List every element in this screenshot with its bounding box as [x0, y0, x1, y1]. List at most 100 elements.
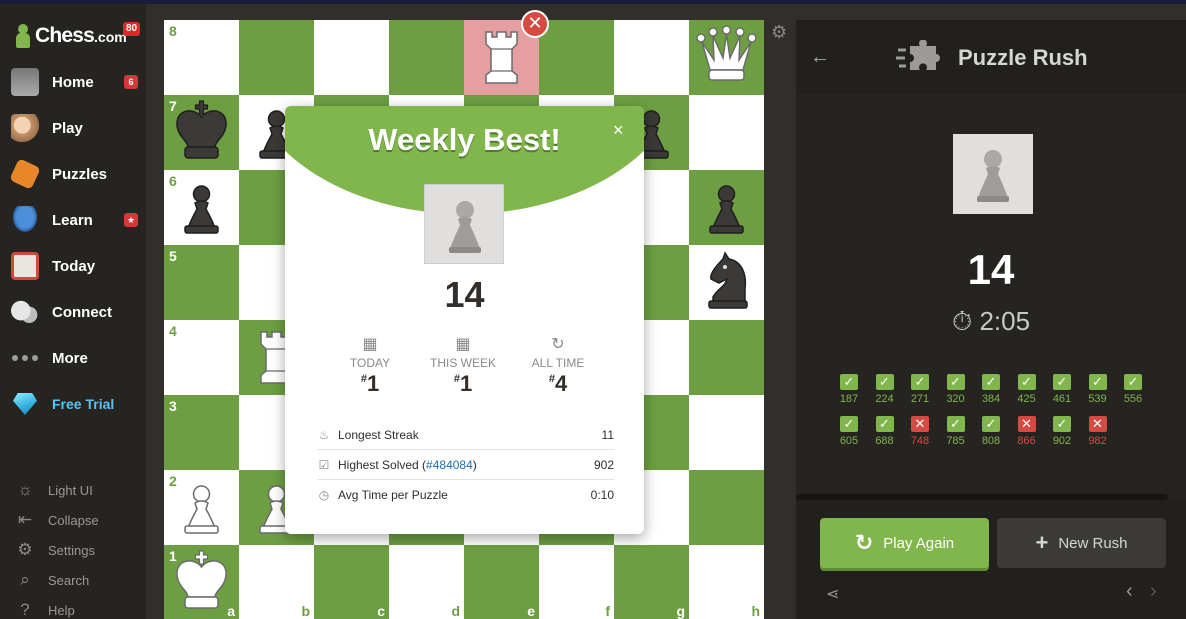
sidebar-item-home[interactable]: Home 6: [0, 62, 146, 102]
square-c1[interactable]: c: [314, 545, 389, 619]
black-pawn-icon[interactable]: [164, 170, 239, 245]
square-h6[interactable]: [689, 170, 764, 245]
avatar: [424, 184, 504, 264]
share-icon[interactable]: ⋖: [826, 584, 839, 604]
sidebar-item-settings[interactable]: ⚙ Settings: [0, 536, 146, 564]
sidebar-item-more[interactable]: More: [0, 338, 146, 378]
rush-result-tile[interactable]: ✓ 785: [946, 416, 967, 447]
rank-label: 3: [169, 398, 177, 414]
square-a6[interactable]: 6: [164, 170, 239, 245]
row-value: 11: [601, 427, 614, 442]
modal-close-icon[interactable]: ×: [613, 120, 624, 141]
square-d8[interactable]: [389, 20, 464, 95]
black-king-icon[interactable]: [164, 95, 239, 170]
puzzle-rating: 866: [1017, 435, 1036, 447]
next-arrow-icon[interactable]: ›: [1150, 580, 1157, 603]
puzzle-link[interactable]: #484084: [426, 458, 473, 472]
sidebar-item-light-ui[interactable]: ☼ Light UI: [0, 476, 146, 504]
square-a7[interactable]: 7: [164, 95, 239, 170]
sidebar-item-learn[interactable]: Learn ★: [0, 200, 146, 240]
square-h1[interactable]: h: [689, 545, 764, 619]
play-again-button[interactable]: ↻ Play Again: [820, 518, 989, 568]
white-pawn-icon[interactable]: [164, 470, 239, 545]
square-d1[interactable]: d: [389, 545, 464, 619]
check-icon: ✓: [875, 374, 894, 390]
rush-result-tile[interactable]: ✓ 271: [911, 374, 931, 405]
rush-result-tile[interactable]: ✓ 187: [840, 374, 860, 405]
square-a1[interactable]: 1a: [164, 545, 239, 619]
sidebar-item-puzzles[interactable]: Puzzles: [0, 154, 146, 194]
previous-arrow-icon[interactable]: ‹: [1126, 580, 1133, 603]
row-label: Highest Solved (#484084): [338, 457, 477, 472]
weekly-best-modal: Weekly Best! × 14 ▦ TODAY #1 ▦ THIS WEEK…: [285, 106, 644, 534]
rush-result-tile[interactable]: ✓ 384: [982, 374, 1002, 405]
rush-result-tile[interactable]: ✕ 866: [1017, 416, 1038, 447]
sidebar-item-collapse[interactable]: ⇤ Collapse: [0, 506, 146, 534]
chess-com-logo[interactable]: Chess.com: [14, 20, 127, 52]
square-a4[interactable]: 4: [164, 320, 239, 395]
square-h2[interactable]: [689, 470, 764, 545]
stat-this-week: ▦ THIS WEEK #1: [423, 334, 503, 397]
sidebar-item-label: Help: [48, 602, 75, 618]
cross-icon: ✕: [1017, 416, 1036, 432]
rush-result-tile[interactable]: ✕ 982: [1088, 416, 1109, 447]
rank-label: 8: [169, 23, 177, 39]
square-a2[interactable]: 2: [164, 470, 239, 545]
square-e1[interactable]: e: [464, 545, 539, 619]
square-h4[interactable]: [689, 320, 764, 395]
stat-rank: #4: [548, 371, 568, 396]
sidebar-item-free-trial[interactable]: Free Trial: [0, 384, 146, 424]
rush-result-tile[interactable]: ✓ 688: [875, 416, 896, 447]
flame-icon: ♨: [318, 427, 330, 442]
rush-result-tile[interactable]: ✓ 808: [982, 416, 1002, 447]
sidebar-item-search[interactable]: ⌕ Search: [0, 566, 146, 594]
square-h8[interactable]: [689, 20, 764, 95]
square-a5[interactable]: 5: [164, 245, 239, 320]
notification-badge[interactable]: 80: [123, 22, 141, 36]
white-king-icon[interactable]: [164, 545, 239, 619]
sidebar-item-label: Collapse: [48, 512, 99, 528]
square-h7[interactable]: [689, 95, 764, 170]
sidebar-item-play[interactable]: Play: [0, 108, 146, 148]
rush-result-tile[interactable]: ✓ 605: [840, 416, 860, 447]
square-b1[interactable]: b: [239, 545, 314, 619]
black-knight-icon[interactable]: [689, 245, 764, 320]
rush-result-tile[interactable]: ✕ 748: [911, 416, 931, 447]
stat-rank: #1: [360, 371, 380, 396]
square-f1[interactable]: f: [539, 545, 614, 619]
square-a3[interactable]: 3: [164, 395, 239, 470]
white-queen-icon[interactable]: [689, 20, 764, 95]
refresh-icon: ↻: [854, 530, 874, 555]
square-h5[interactable]: [689, 245, 764, 320]
sidebar-item-label: Light UI: [48, 482, 93, 498]
square-b8[interactable]: [239, 20, 314, 95]
new-rush-button[interactable]: + New Rush: [997, 518, 1166, 568]
window-top-strip: [0, 0, 1186, 4]
rush-result-tile[interactable]: ✓ 556: [1124, 374, 1144, 405]
sun-icon: ☼: [17, 480, 33, 499]
square-h3[interactable]: [689, 395, 764, 470]
square-a8[interactable]: 8: [164, 20, 239, 95]
square-g8[interactable]: [614, 20, 689, 95]
rush-result-tile[interactable]: ✓ 425: [1017, 374, 1038, 405]
rush-result-tile[interactable]: ✓ 461: [1053, 374, 1073, 405]
square-c8[interactable]: [314, 20, 389, 95]
graduation-cap-icon: [11, 206, 39, 234]
stat-label: ALL TIME: [531, 356, 585, 370]
back-arrow-icon[interactable]: ←: [810, 46, 830, 69]
sidebar-item-help[interactable]: ? Help: [0, 596, 146, 619]
sidebar-item-today[interactable]: Today: [0, 246, 146, 286]
rush-result-tile[interactable]: ✓ 320: [946, 374, 967, 405]
sidebar: Chess.com 80 Home 6 Play Puzzles Learn ★…: [0, 4, 146, 619]
square-f8[interactable]: [539, 20, 614, 95]
rush-result-tile[interactable]: ✓ 224: [875, 374, 896, 405]
black-pawn-icon[interactable]: [689, 170, 764, 245]
sidebar-item-connect[interactable]: Connect: [0, 292, 146, 332]
square-g1[interactable]: g: [614, 545, 689, 619]
rush-result-tile[interactable]: ✓ 539: [1088, 374, 1109, 405]
rush-result-tile[interactable]: ✓ 902: [1053, 416, 1073, 447]
puzzle-rating: 384: [981, 393, 1001, 405]
puzzle-rush-panel: ← Puzzle Rush 14 ⏱ 2:05 ✓ 187 ✓ 224 ✓ 271 ✓ 320…: [796, 20, 1186, 619]
check-icon: ✓: [946, 374, 965, 390]
board-settings-gear-icon[interactable]: ⚙: [771, 22, 787, 43]
